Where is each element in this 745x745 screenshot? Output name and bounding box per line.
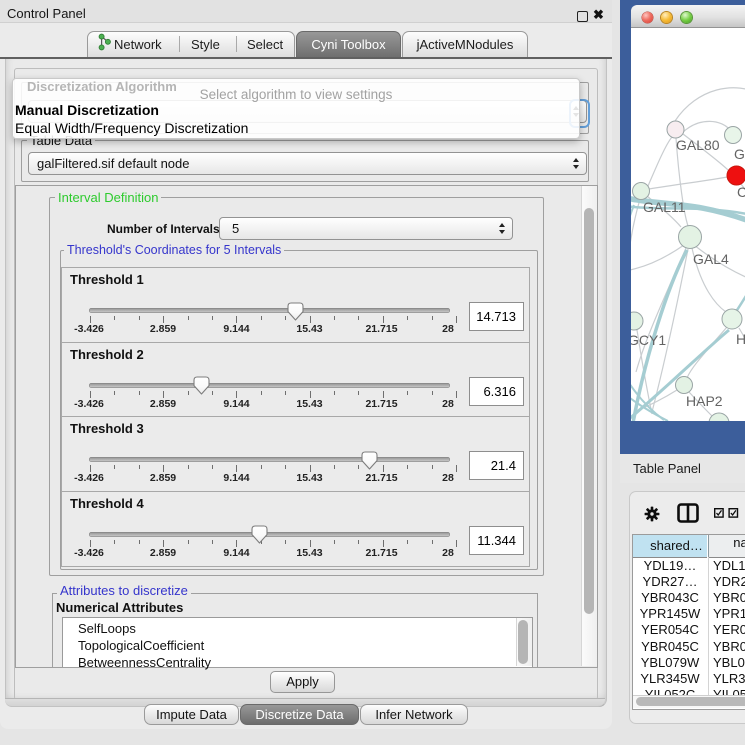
svg-text:GAL11: GAL11: [643, 199, 686, 215]
svg-text:GAL4: GAL4: [693, 251, 729, 267]
svg-text:GCY1: GCY1: [631, 332, 666, 348]
svg-text:H: H: [736, 331, 745, 347]
svg-text:GA: GA: [734, 146, 745, 162]
svg-text:HAP2: HAP2: [686, 393, 723, 409]
svg-text:C: C: [737, 184, 745, 200]
svg-text:GAL80: GAL80: [676, 137, 720, 153]
